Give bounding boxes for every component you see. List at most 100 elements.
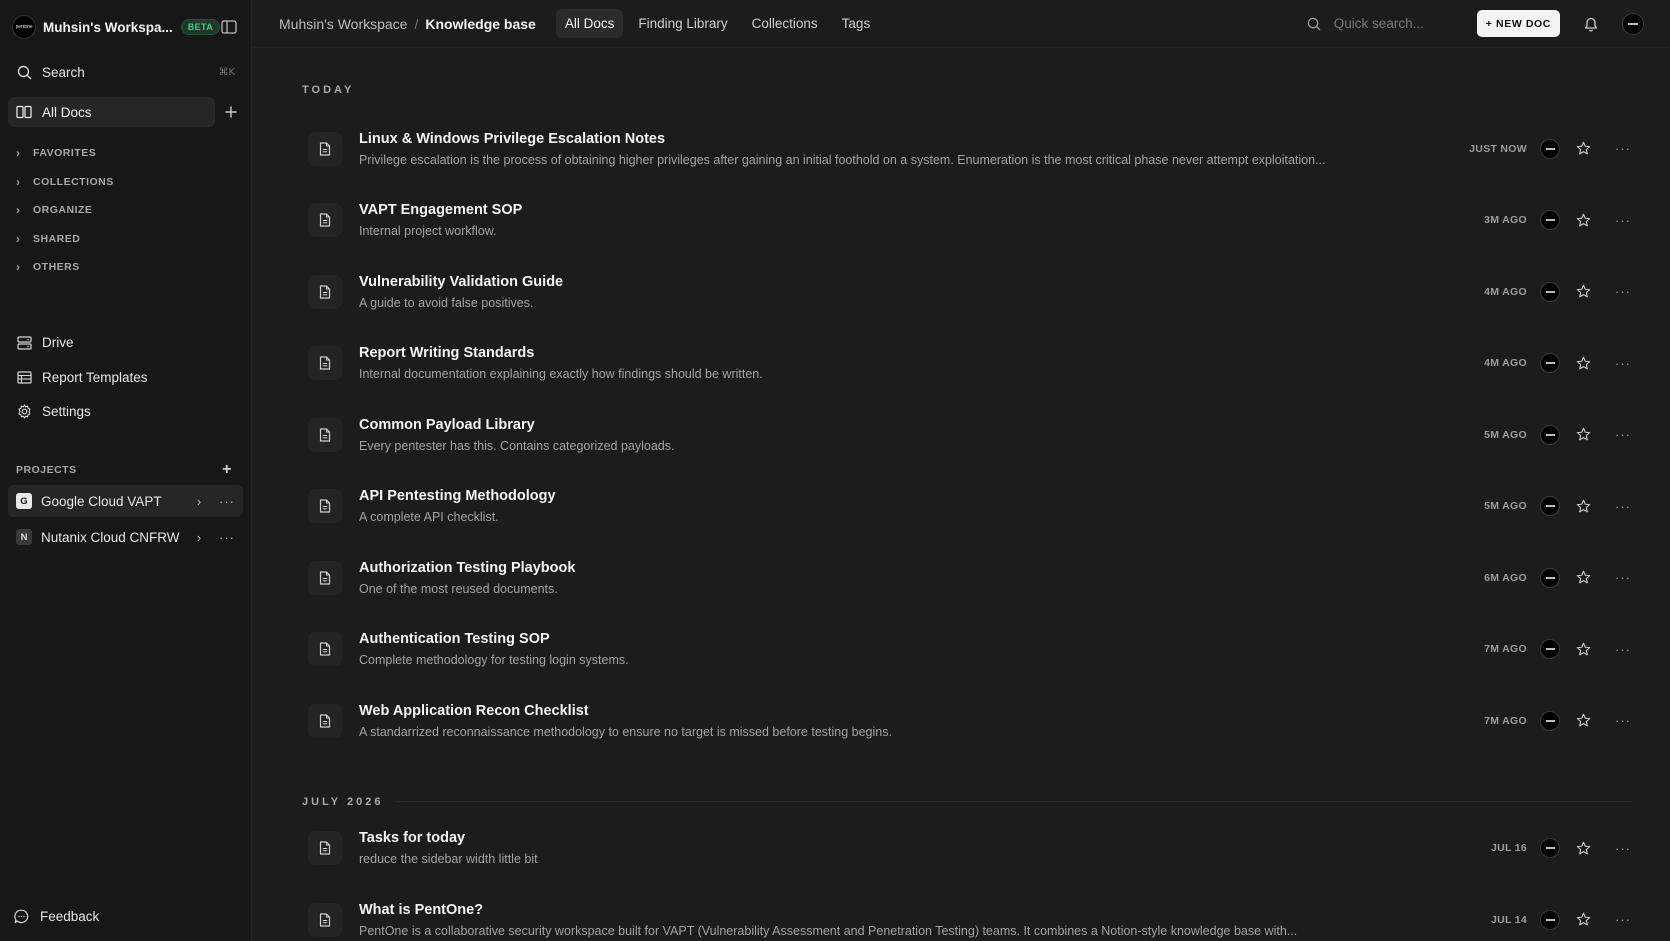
- new-doc-button[interactable]: + NEW DOC: [1476, 10, 1560, 37]
- more-options-icon[interactable]: ···: [1614, 356, 1632, 371]
- doc-timestamp: 5M AGO: [1484, 500, 1527, 513]
- doc-timestamp: 3M AGO: [1484, 214, 1527, 227]
- doc-text[interactable]: Authorization Testing Playbook One of th…: [359, 560, 1437, 596]
- more-options-icon[interactable]: ···: [1614, 570, 1632, 585]
- more-options-icon[interactable]: ···: [1614, 841, 1632, 856]
- more-options-icon[interactable]: ···: [1614, 499, 1632, 514]
- tab-all-docs[interactable]: All Docs: [555, 9, 624, 38]
- quick-search-input[interactable]: [1333, 16, 1464, 31]
- chevron-right-icon[interactable]: ›: [191, 494, 207, 509]
- doc-meta: 5M AGO ···: [1457, 496, 1632, 517]
- breadcrumb-workspace[interactable]: Muhsin's Workspace: [279, 16, 407, 32]
- more-options-icon[interactable]: ···: [1614, 141, 1632, 156]
- doc-text[interactable]: Tasks for today reduce the sidebar width…: [359, 830, 1437, 866]
- project-nutanix-cloud-cnfrw[interactable]: N Nutanix Cloud CNFRW › ···: [8, 521, 243, 553]
- star-icon[interactable]: [1574, 712, 1592, 730]
- section-favorites[interactable]: › FAVORITES: [0, 139, 251, 168]
- section-others[interactable]: › OTHERS: [0, 253, 251, 282]
- sidebar-item-all-docs[interactable]: All Docs: [8, 97, 215, 127]
- doc-text[interactable]: Common Payload Library Every pentester h…: [359, 417, 1437, 453]
- star-icon[interactable]: [1574, 140, 1592, 158]
- doc-row[interactable]: Linux & Windows Privilege Escalation Not…: [302, 113, 1632, 185]
- workspace-logo[interactable]: pentone: [12, 15, 36, 39]
- document-icon[interactable]: [308, 274, 342, 309]
- star-icon[interactable]: [1574, 839, 1592, 857]
- section-organize[interactable]: › ORGANIZE: [0, 196, 251, 225]
- star-icon[interactable]: [1574, 211, 1592, 229]
- doc-row[interactable]: Web Application Recon Checklist A standa…: [302, 685, 1632, 757]
- doc-row[interactable]: What is PentOne? PentOne is a collaborat…: [302, 884, 1632, 941]
- doc-row[interactable]: VAPT Engagement SOP Internal project wor…: [302, 185, 1632, 257]
- doc-description: Complete methodology for testing login s…: [359, 653, 629, 668]
- doc-text[interactable]: API Pentesting Methodology A complete AP…: [359, 488, 1437, 524]
- section-collections[interactable]: › COLLECTIONS: [0, 168, 251, 197]
- doc-text[interactable]: Vulnerability Validation Guide A guide t…: [359, 274, 1437, 310]
- tab-collections[interactable]: Collections: [743, 9, 827, 38]
- doc-row[interactable]: Report Writing Standards Internal docume…: [302, 328, 1632, 400]
- star-icon[interactable]: [1574, 354, 1592, 372]
- section-label: COLLECTIONS: [33, 175, 114, 188]
- sidebar-item-settings[interactable]: Settings: [0, 395, 251, 430]
- star-icon[interactable]: [1574, 911, 1592, 929]
- doc-timestamp: 4M AGO: [1484, 285, 1527, 298]
- book-icon: [16, 104, 32, 120]
- sidebar-search[interactable]: Search ⌘K: [0, 57, 251, 87]
- star-icon[interactable]: [1574, 426, 1592, 444]
- workspace-header: pentone Muhsin's Workspa... BETA: [0, 0, 251, 54]
- doc-title: Web Application Recon Checklist: [359, 702, 589, 719]
- more-icon[interactable]: ···: [219, 530, 235, 545]
- document-icon[interactable]: [308, 632, 342, 667]
- user-avatar[interactable]: [1622, 12, 1644, 35]
- more-options-icon[interactable]: ···: [1614, 213, 1632, 228]
- feedback-button[interactable]: Feedback: [0, 901, 113, 931]
- more-icon[interactable]: ···: [219, 494, 235, 509]
- document-icon[interactable]: [308, 346, 342, 381]
- bell-icon[interactable]: [1582, 15, 1600, 33]
- document-icon[interactable]: [308, 489, 342, 524]
- add-project-button[interactable]: +: [219, 461, 235, 479]
- project-name: Google Cloud VAPT: [41, 493, 162, 509]
- document-icon[interactable]: [308, 831, 342, 866]
- tab-finding-library[interactable]: Finding Library: [629, 9, 736, 38]
- doc-row[interactable]: Tasks for today reduce the sidebar width…: [302, 813, 1632, 885]
- doc-row[interactable]: API Pentesting Methodology A complete AP…: [302, 471, 1632, 543]
- add-doc-button[interactable]: [219, 100, 243, 124]
- more-options-icon[interactable]: ···: [1614, 427, 1632, 442]
- chevron-right-icon[interactable]: ›: [191, 530, 207, 545]
- document-icon[interactable]: [308, 417, 342, 452]
- doc-text[interactable]: Web Application Recon Checklist A standa…: [359, 703, 1437, 739]
- workspace-name[interactable]: Muhsin's Workspa...: [43, 20, 173, 35]
- tab-tags[interactable]: Tags: [833, 9, 880, 38]
- doc-title: API Pentesting Methodology: [359, 488, 556, 505]
- star-icon[interactable]: [1574, 283, 1592, 301]
- doc-row[interactable]: Authentication Testing SOP Complete meth…: [302, 614, 1632, 686]
- doc-row[interactable]: Vulnerability Validation Guide A guide t…: [302, 256, 1632, 328]
- more-options-icon[interactable]: ···: [1614, 912, 1632, 927]
- sidebar-item-drive[interactable]: Drive: [0, 326, 251, 361]
- document-icon[interactable]: [308, 703, 342, 738]
- doc-text[interactable]: Authentication Testing SOP Complete meth…: [359, 631, 1437, 667]
- document-icon[interactable]: [308, 131, 342, 166]
- document-icon[interactable]: [308, 560, 342, 595]
- document-icon[interactable]: [308, 902, 342, 937]
- doc-text[interactable]: Report Writing Standards Internal docume…: [359, 345, 1437, 381]
- settings-label: Settings: [42, 404, 91, 420]
- project-google-cloud-vapt[interactable]: G Google Cloud VAPT › ···: [8, 485, 243, 517]
- section-shared[interactable]: › SHARED: [0, 225, 251, 254]
- more-options-icon[interactable]: ···: [1614, 284, 1632, 299]
- more-options-icon[interactable]: ···: [1614, 642, 1632, 657]
- doc-row[interactable]: Common Payload Library Every pentester h…: [302, 399, 1632, 471]
- document-icon[interactable]: [308, 203, 342, 238]
- author-avatar: [1540, 639, 1560, 660]
- sidebar-search-label: Search: [42, 64, 85, 80]
- star-icon[interactable]: [1574, 497, 1592, 515]
- doc-row[interactable]: Authorization Testing Playbook One of th…: [302, 542, 1632, 614]
- doc-text[interactable]: Linux & Windows Privilege Escalation Not…: [359, 131, 1437, 167]
- sidebar-toggle-icon[interactable]: [220, 19, 237, 35]
- doc-text[interactable]: VAPT Engagement SOP Internal project wor…: [359, 202, 1437, 238]
- star-icon[interactable]: [1574, 640, 1592, 658]
- more-options-icon[interactable]: ···: [1614, 713, 1632, 728]
- sidebar-item-report-templates[interactable]: Report Templates: [0, 360, 251, 395]
- doc-text[interactable]: What is PentOne? PentOne is a collaborat…: [359, 902, 1437, 938]
- star-icon[interactable]: [1574, 569, 1592, 587]
